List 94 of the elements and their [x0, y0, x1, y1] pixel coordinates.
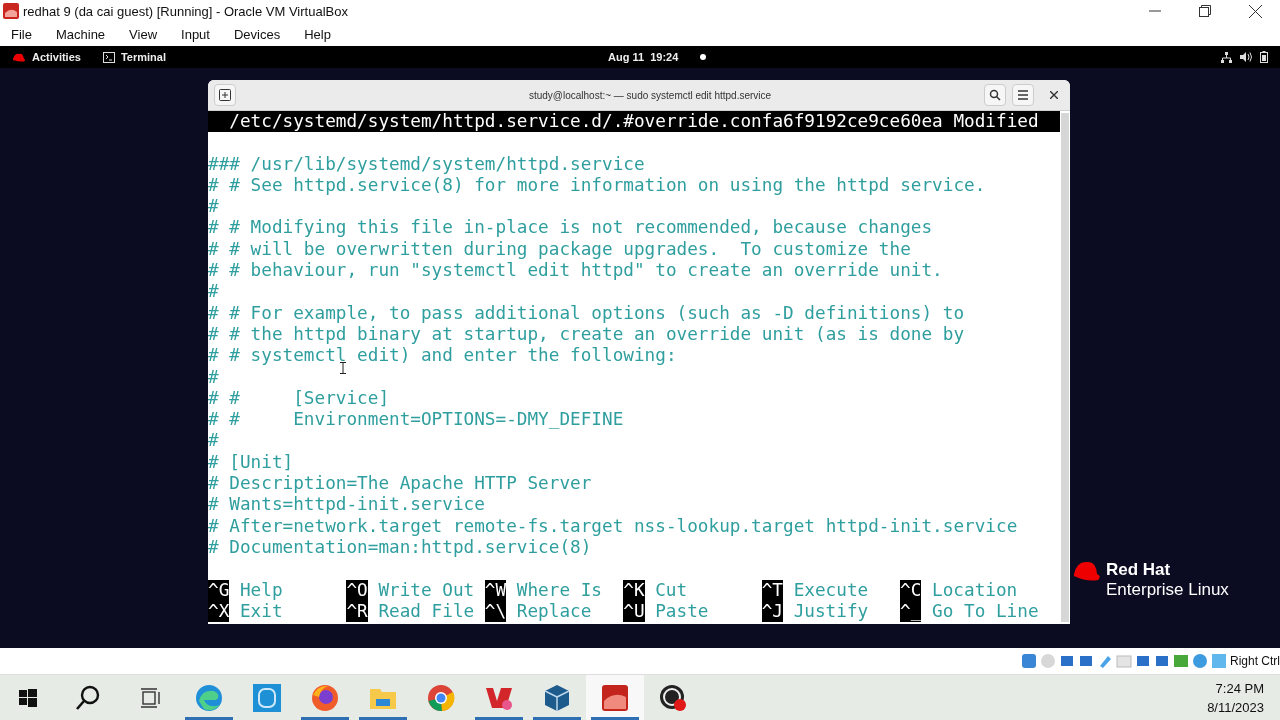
code-line: ### /usr/lib/systemd/system/httpd.service: [208, 153, 645, 174]
running-indicator: [533, 717, 581, 720]
shortcut-key: ^K: [623, 579, 645, 601]
scrollbar[interactable]: [1061, 113, 1069, 622]
app-menu[interactable]: Terminal: [120, 51, 166, 63]
search-button[interactable]: [984, 84, 1006, 106]
shortcut-label: Cut: [655, 579, 688, 601]
close-icon[interactable]: [1249, 4, 1262, 18]
code-line: #: [208, 196, 219, 217]
hat-icon: [12, 52, 26, 62]
shortcut-key: ^\: [484, 600, 507, 623]
shortcut-label: Location: [932, 579, 1018, 601]
shortcut-key: ^X: [208, 600, 230, 623]
nano-header: /etc/systemd/system/httpd.service.d/.#override.confa6f9192ce9ce60ea Modified: [229, 111, 1039, 131]
code-line: #: [208, 366, 219, 387]
code-line: # # the httpd binary at startup, create an override unit (as is done by: [208, 323, 965, 344]
code-line: #: [208, 430, 219, 451]
code-line: # Description=The Apache HTTP Server: [208, 473, 592, 494]
restore-icon[interactable]: [1199, 5, 1211, 17]
new-tab-button[interactable]: [214, 84, 236, 106]
obs-app-icon[interactable]: [658, 682, 688, 713]
virtualbox-app-icon[interactable]: [542, 682, 572, 713]
close-icon[interactable]: [1050, 91, 1058, 99]
running-indicator: [359, 717, 407, 720]
shortcut-key: ^G: [208, 579, 230, 601]
taskbar-time[interactable]: 7:24 PM: [1215, 680, 1264, 696]
code-line: # Wants=httpd-init.service: [208, 494, 485, 515]
code-line: # # will be overwritten during package upgrades. To customize the: [208, 238, 911, 259]
network-icon[interactable]: [1221, 51, 1232, 63]
brand-name: Red Hat: [1106, 560, 1172, 580]
terminal-icon: [102, 51, 115, 63]
code-line: # # behaviour, run "systemctl edit httpd" to create an override unit.: [208, 260, 943, 281]
photos-app-icon[interactable]: [252, 682, 282, 713]
running-indicator: [185, 717, 233, 720]
code-line: # # Modifying this file in-place is not recommended, because changes: [208, 217, 933, 238]
shortcut-label: Read File: [378, 600, 475, 623]
shortcut-key: ^J: [761, 600, 783, 623]
code-line: # [Unit]: [208, 451, 294, 472]
code-line: # Documentation=man:httpd.service(8): [208, 536, 592, 557]
start-button[interactable]: [19, 688, 37, 707]
menu-item[interactable]: View: [129, 26, 158, 42]
menu-item[interactable]: File: [11, 26, 32, 42]
volume-icon[interactable]: [1240, 52, 1252, 62]
menu-item[interactable]: Machine: [55, 26, 106, 42]
code-line: # # systemctl edit) and enter the following:: [208, 345, 677, 366]
search-icon[interactable]: [75, 684, 101, 711]
search-icon: [989, 89, 1001, 101]
code-line: # # [Service]: [208, 387, 390, 408]
running-indicator: [301, 717, 349, 720]
shortcut-key: ^W: [484, 579, 507, 601]
shortcut-label: Justify: [793, 600, 869, 623]
shortcut-label: Execute: [793, 579, 869, 601]
menu-button[interactable]: [1012, 84, 1034, 106]
shortcut-key: ^_: [900, 600, 922, 623]
host-key-label: Right Ctrl: [1230, 654, 1280, 668]
shortcut-label: Exit: [239, 600, 283, 623]
clock[interactable]: Aug 11 19:24: [608, 51, 679, 63]
terminal-title: study@localhost:~ — sudo systemctl edit httpd.service: [527, 89, 773, 101]
taskbar-date[interactable]: 8/11/2023: [1207, 699, 1264, 715]
code-line: # # For example, to pass additional options (such as -D definitions) to: [208, 302, 965, 323]
battery-icon[interactable]: [1260, 51, 1268, 63]
menu-icon: [1017, 90, 1029, 100]
shortcut-label: Go To Line: [932, 600, 1039, 623]
menu-item[interactable]: Devices: [233, 26, 281, 42]
running-indicator: [475, 717, 523, 720]
notification-dot-icon: [700, 54, 707, 60]
code-line: # # See httpd.service(8) for more information on using the httpd service.: [208, 174, 986, 195]
hat-logo-icon: [1072, 560, 1102, 582]
firefox-app-icon[interactable]: [310, 682, 340, 713]
shortcut-key: ^C: [900, 579, 922, 601]
task-view-icon[interactable]: [139, 687, 161, 708]
shortcut-key: ^R: [346, 600, 368, 623]
brand-product: Enterprise Linux: [1106, 580, 1229, 600]
code-line: # After=network.target remote-fs.target nss-lookup.target httpd-init.service: [208, 515, 1018, 536]
shortcut-label: Paste: [655, 600, 709, 623]
shortcut-label: Where Is: [516, 579, 602, 601]
running-indicator: [591, 717, 639, 720]
code-line: # # Environment=OPTIONS=-DMY_DEFINE: [208, 409, 624, 430]
menu-item[interactable]: Input: [181, 26, 210, 42]
shortcut-label: Write Out: [378, 579, 475, 601]
shortcut-key: ^U: [623, 600, 645, 623]
activities-button[interactable]: Activities: [32, 51, 81, 63]
shortcut-label: Replace: [516, 600, 592, 623]
redhat-app-icon[interactable]: [600, 682, 630, 713]
code-line: #: [208, 281, 219, 302]
edge-app-icon[interactable]: [194, 682, 224, 713]
app-icon: [3, 3, 19, 19]
menu-item[interactable]: Help: [304, 26, 331, 42]
plus-icon: [219, 89, 231, 101]
shortcut-key: ^O: [346, 579, 368, 601]
window-title: redhat 9 (da cai guest) [Running] - Oracle VM VirtualBox: [23, 3, 348, 19]
shortcut-key: ^T: [761, 579, 783, 601]
chrome-app-icon[interactable]: [426, 682, 456, 713]
shortcut-label: Help: [239, 579, 283, 601]
